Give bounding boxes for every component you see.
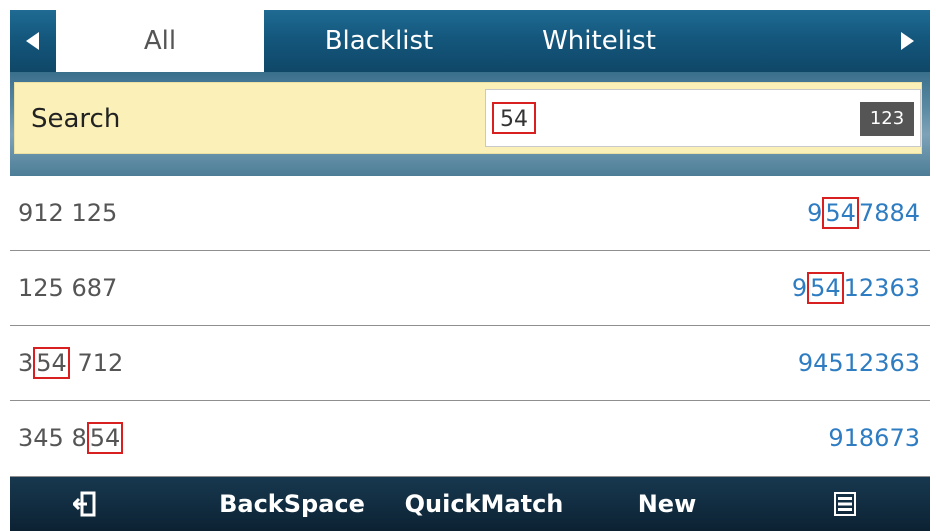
contact-list: 912 125 9 54 7884 125 687 9 54 12363 3 54 712… xyxy=(10,176,930,477)
tab-next-button[interactable] xyxy=(884,10,930,72)
contact-name: 3 54 712 xyxy=(18,326,123,400)
contact-number: 9 54 12363 xyxy=(792,251,920,325)
quickmatch-softkey[interactable]: QuickMatch xyxy=(384,477,584,531)
number-text: 7884 xyxy=(858,199,920,227)
name-match-highlight: 54 xyxy=(33,347,70,379)
name-text: 125 687 xyxy=(18,274,118,302)
exit-icon xyxy=(73,491,96,517)
contact-row[interactable]: 125 687 9 54 12363 xyxy=(10,251,930,326)
back-softkey[interactable] xyxy=(40,477,130,531)
name-text: 3 xyxy=(18,349,34,377)
triangle-right-icon xyxy=(901,32,914,50)
tab-whitelist[interactable]: Whitelist xyxy=(494,10,704,72)
search-input-value: 54 xyxy=(492,102,536,134)
number-text: 94512363 xyxy=(797,349,920,377)
input-mode-badge[interactable]: 123 xyxy=(860,102,914,136)
number-text: 918673 xyxy=(828,424,920,452)
contact-row[interactable]: 345 8 54 918673 xyxy=(10,401,930,477)
search-row: Search 54 123 xyxy=(14,82,922,154)
tab-bar: All Blacklist Whitelist xyxy=(10,10,930,72)
name-match-highlight: 54 xyxy=(86,422,124,454)
menu-icon xyxy=(834,492,856,516)
number-text: 12363 xyxy=(843,274,920,302)
number-text: 9 xyxy=(791,274,808,302)
new-softkey[interactable]: New xyxy=(622,477,712,531)
name-text: 912 125 xyxy=(18,199,118,227)
number-text: 9 xyxy=(807,199,823,227)
contact-number: 9 54 7884 xyxy=(807,176,920,250)
contact-row[interactable]: 912 125 9 54 7884 xyxy=(10,176,930,251)
softkey-bar: BackSpace QuickMatch New xyxy=(10,477,930,531)
contact-number: 94512363 xyxy=(798,326,920,400)
contact-row[interactable]: 3 54 712 94512363 xyxy=(10,326,930,401)
contact-name: 125 687 xyxy=(18,251,117,325)
tab-all[interactable]: All xyxy=(56,10,264,72)
tab-prev-button[interactable] xyxy=(10,10,56,72)
menu-softkey[interactable] xyxy=(800,477,890,531)
triangle-left-icon xyxy=(26,32,39,50)
backspace-softkey[interactable]: BackSpace xyxy=(208,477,376,531)
name-text: 345 8 xyxy=(18,424,87,452)
search-input[interactable]: 54 123 xyxy=(485,89,921,147)
contact-name: 912 125 xyxy=(18,176,117,250)
name-text: 712 xyxy=(69,349,124,377)
number-match-highlight: 54 xyxy=(807,272,844,304)
contact-name: 345 8 54 xyxy=(18,401,124,475)
tab-blacklist[interactable]: Blacklist xyxy=(264,10,494,72)
search-label: Search xyxy=(31,104,121,134)
number-match-highlight: 54 xyxy=(822,197,859,229)
contact-number: 918673 xyxy=(828,401,920,475)
